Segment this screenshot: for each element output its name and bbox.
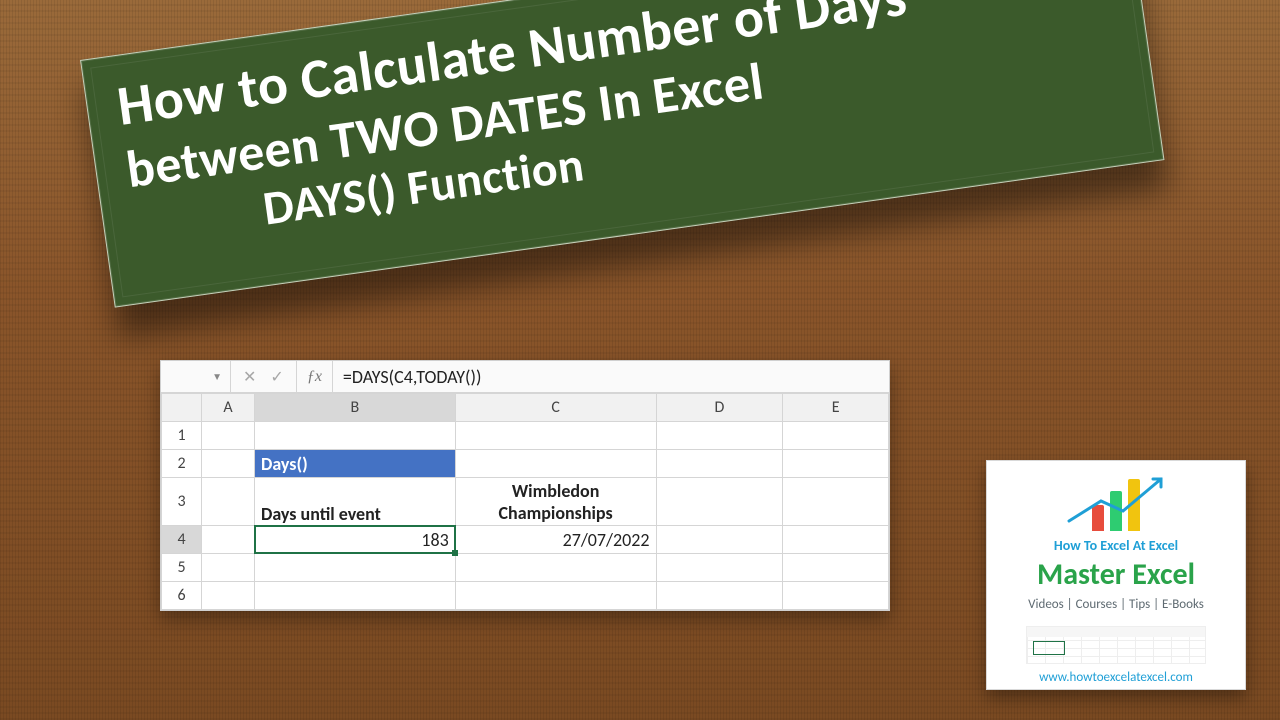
cell-E4[interactable]: [783, 526, 889, 554]
enter-icon[interactable]: ✓: [270, 367, 283, 387]
dropdown-icon: ▼: [212, 370, 222, 383]
col-header-E[interactable]: E: [783, 394, 889, 422]
row-header-4[interactable]: 4: [162, 526, 202, 554]
fx-icon[interactable]: ƒx: [297, 361, 333, 392]
cell-D3[interactable]: [656, 478, 783, 526]
brand-mini-sheet-icon: [1026, 626, 1206, 664]
cell-C2[interactable]: [455, 450, 656, 478]
cell-C3[interactable]: Wimbledon Championships: [455, 478, 656, 526]
cell-B3[interactable]: Days until event: [254, 478, 455, 526]
row-6: 6: [162, 582, 889, 610]
cell-D2[interactable]: [656, 450, 783, 478]
col-header-B[interactable]: B: [254, 394, 455, 422]
brand-title: Master Excel: [997, 556, 1235, 593]
brand-chart-icon: [997, 475, 1235, 531]
cell-E1[interactable]: [783, 422, 889, 450]
cell-B1[interactable]: [254, 422, 455, 450]
cancel-icon[interactable]: ✕: [243, 367, 256, 387]
formula-input[interactable]: =DAYS(C4,TODAY()): [333, 366, 889, 388]
cell-C6[interactable]: [455, 582, 656, 610]
brand-url: www.howtoexcelatexcel.com: [997, 670, 1235, 685]
row-1: 1: [162, 422, 889, 450]
cell-C4[interactable]: 27/07/2022: [455, 526, 656, 554]
row-5: 5: [162, 554, 889, 582]
select-all-corner[interactable]: [162, 394, 202, 422]
cell-D1[interactable]: [656, 422, 783, 450]
brand-subtitle: Videos | Courses | Tips | E-Books: [997, 597, 1235, 612]
cell-B5[interactable]: [254, 554, 455, 582]
cell-E5[interactable]: [783, 554, 889, 582]
cell-A4[interactable]: [202, 526, 255, 554]
cell-A2[interactable]: [202, 450, 255, 478]
col-header-A[interactable]: A: [202, 394, 255, 422]
cell-C5[interactable]: [455, 554, 656, 582]
cell-E2[interactable]: [783, 450, 889, 478]
formula-buttons: ✕ ✓: [231, 361, 297, 392]
row-header-2[interactable]: 2: [162, 450, 202, 478]
column-header-row: A B C D E: [162, 394, 889, 422]
col-header-D[interactable]: D: [656, 394, 783, 422]
cell-E3[interactable]: [783, 478, 889, 526]
excel-window: ▼ ✕ ✓ ƒx =DAYS(C4,TODAY()) A B C D E 1: [160, 360, 890, 611]
row-3: 3 Days until event Wimbledon Championshi…: [162, 478, 889, 526]
cell-E6[interactable]: [783, 582, 889, 610]
cell-C1[interactable]: [455, 422, 656, 450]
col-header-C[interactable]: C: [455, 394, 656, 422]
row-4: 4 183 27/07/2022: [162, 526, 889, 554]
formula-bar: ▼ ✕ ✓ ƒx =DAYS(C4,TODAY()): [161, 361, 889, 393]
brand-tagline: How To Excel At Excel: [997, 537, 1235, 554]
cell-A5[interactable]: [202, 554, 255, 582]
cell-B4[interactable]: 183: [254, 526, 455, 554]
cell-D6[interactable]: [656, 582, 783, 610]
cell-A3[interactable]: [202, 478, 255, 526]
title-banner: How to Calculate Number of Days between …: [80, 0, 1164, 308]
row-header-1[interactable]: 1: [162, 422, 202, 450]
brand-card: How To Excel At Excel Master Excel Video…: [986, 460, 1246, 690]
cell-A6[interactable]: [202, 582, 255, 610]
spreadsheet-grid[interactable]: A B C D E 1 2 Days() 3 Days until event: [161, 393, 889, 610]
cell-B6[interactable]: [254, 582, 455, 610]
row-header-5[interactable]: 5: [162, 554, 202, 582]
row-header-6[interactable]: 6: [162, 582, 202, 610]
row-header-3[interactable]: 3: [162, 478, 202, 526]
cell-D5[interactable]: [656, 554, 783, 582]
row-2: 2 Days(): [162, 450, 889, 478]
name-box[interactable]: ▼: [161, 361, 231, 392]
cell-B2[interactable]: Days(): [254, 450, 455, 478]
cell-A1[interactable]: [202, 422, 255, 450]
cell-D4[interactable]: [656, 526, 783, 554]
